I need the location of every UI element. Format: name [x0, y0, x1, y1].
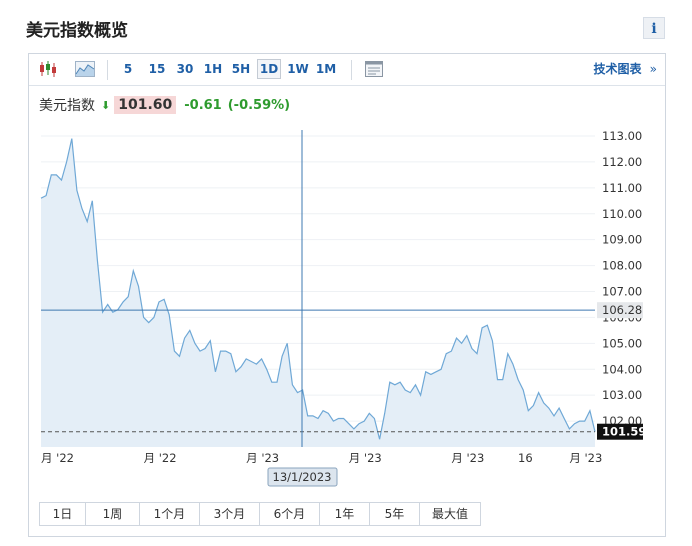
- range-selector: 1日 1周 1个月 3个月 6个月 1年 5年 最大值: [39, 502, 481, 526]
- y-tick-label: 113.00: [602, 129, 642, 143]
- crosshair-x-label: 13/1/2023: [273, 470, 332, 484]
- chart-panel: 5 15 30 1H 5H 1D 1W 1M 技术图表 » 美元指数 ⬇ 101…: [28, 53, 666, 537]
- range-max[interactable]: 最大值: [420, 503, 480, 525]
- range-5y[interactable]: 5年: [370, 503, 420, 525]
- y-tick-label: 110.00: [602, 207, 642, 221]
- x-tick-label: 月 '23: [451, 451, 484, 465]
- y-tick-label: 109.00: [602, 233, 642, 247]
- x-tick-label: 月 '22: [144, 451, 177, 465]
- last-price-label: 101.59: [602, 425, 646, 439]
- info-button[interactable]: i: [643, 17, 665, 39]
- y-tick-label: 104.00: [602, 362, 642, 376]
- x-tick-label: 月 '22: [41, 451, 74, 465]
- y-tick-label: 103.00: [602, 388, 642, 402]
- x-tick-label: 16: [518, 451, 533, 465]
- range-3m[interactable]: 3个月: [200, 503, 260, 525]
- range-1m[interactable]: 1个月: [140, 503, 200, 525]
- range-6m[interactable]: 6个月: [260, 503, 320, 525]
- range-1y[interactable]: 1年: [320, 503, 370, 525]
- y-tick-label: 105.00: [602, 336, 642, 350]
- range-1d[interactable]: 1日: [40, 503, 86, 525]
- y-tick-label: 112.00: [602, 155, 642, 169]
- price-chart[interactable]: 113.00 112.00 111.00 110.00 109.00 108.00 107.…: [29, 54, 665, 494]
- y-tick-label: 107.00: [602, 285, 642, 299]
- x-tick-label: 月 '23: [349, 451, 382, 465]
- range-1w[interactable]: 1周: [86, 503, 140, 525]
- area-fill: [41, 138, 595, 447]
- x-tick-label: 月 '23: [569, 451, 602, 465]
- page-title: 美元指数概览: [26, 21, 128, 41]
- y-tick-label: 108.00: [602, 259, 642, 273]
- y-tick-label: 111.00: [602, 181, 642, 195]
- crosshair-y-label: 106.28: [602, 303, 642, 317]
- x-tick-label: 月 '23: [246, 451, 279, 465]
